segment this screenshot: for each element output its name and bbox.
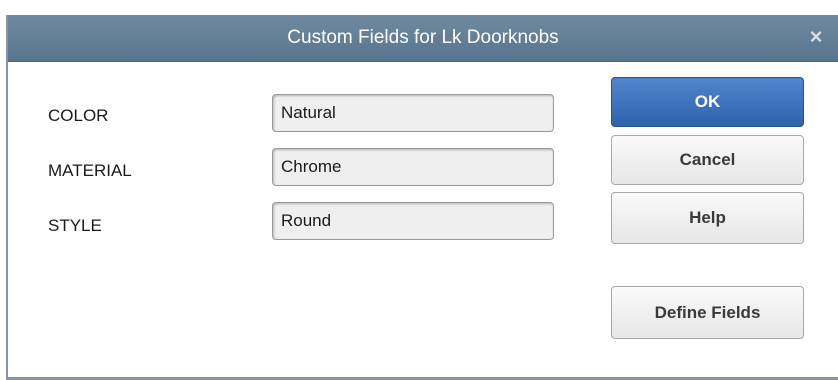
field-label-style: STYLE [48, 216, 102, 235]
field-input-color[interactable] [272, 94, 554, 132]
field-label-color: COLOR [48, 106, 109, 125]
help-button[interactable]: Help [611, 192, 804, 244]
ok-button[interactable]: OK [611, 77, 804, 127]
custom-fields-dialog: Custom Fields for Lk Doorknobs × COLOR M… [6, 15, 838, 380]
define-fields-button[interactable]: Define Fields [611, 286, 804, 339]
field-input-material[interactable] [272, 148, 554, 186]
dialog-titlebar: Custom Fields for Lk Doorknobs × [8, 15, 838, 62]
close-icon[interactable]: × [804, 25, 828, 49]
field-input-style[interactable] [272, 202, 554, 240]
field-label-material: MATERIAL [48, 161, 132, 180]
dialog-title: Custom Fields for Lk Doorknobs [287, 27, 559, 48]
cancel-button[interactable]: Cancel [611, 135, 804, 185]
